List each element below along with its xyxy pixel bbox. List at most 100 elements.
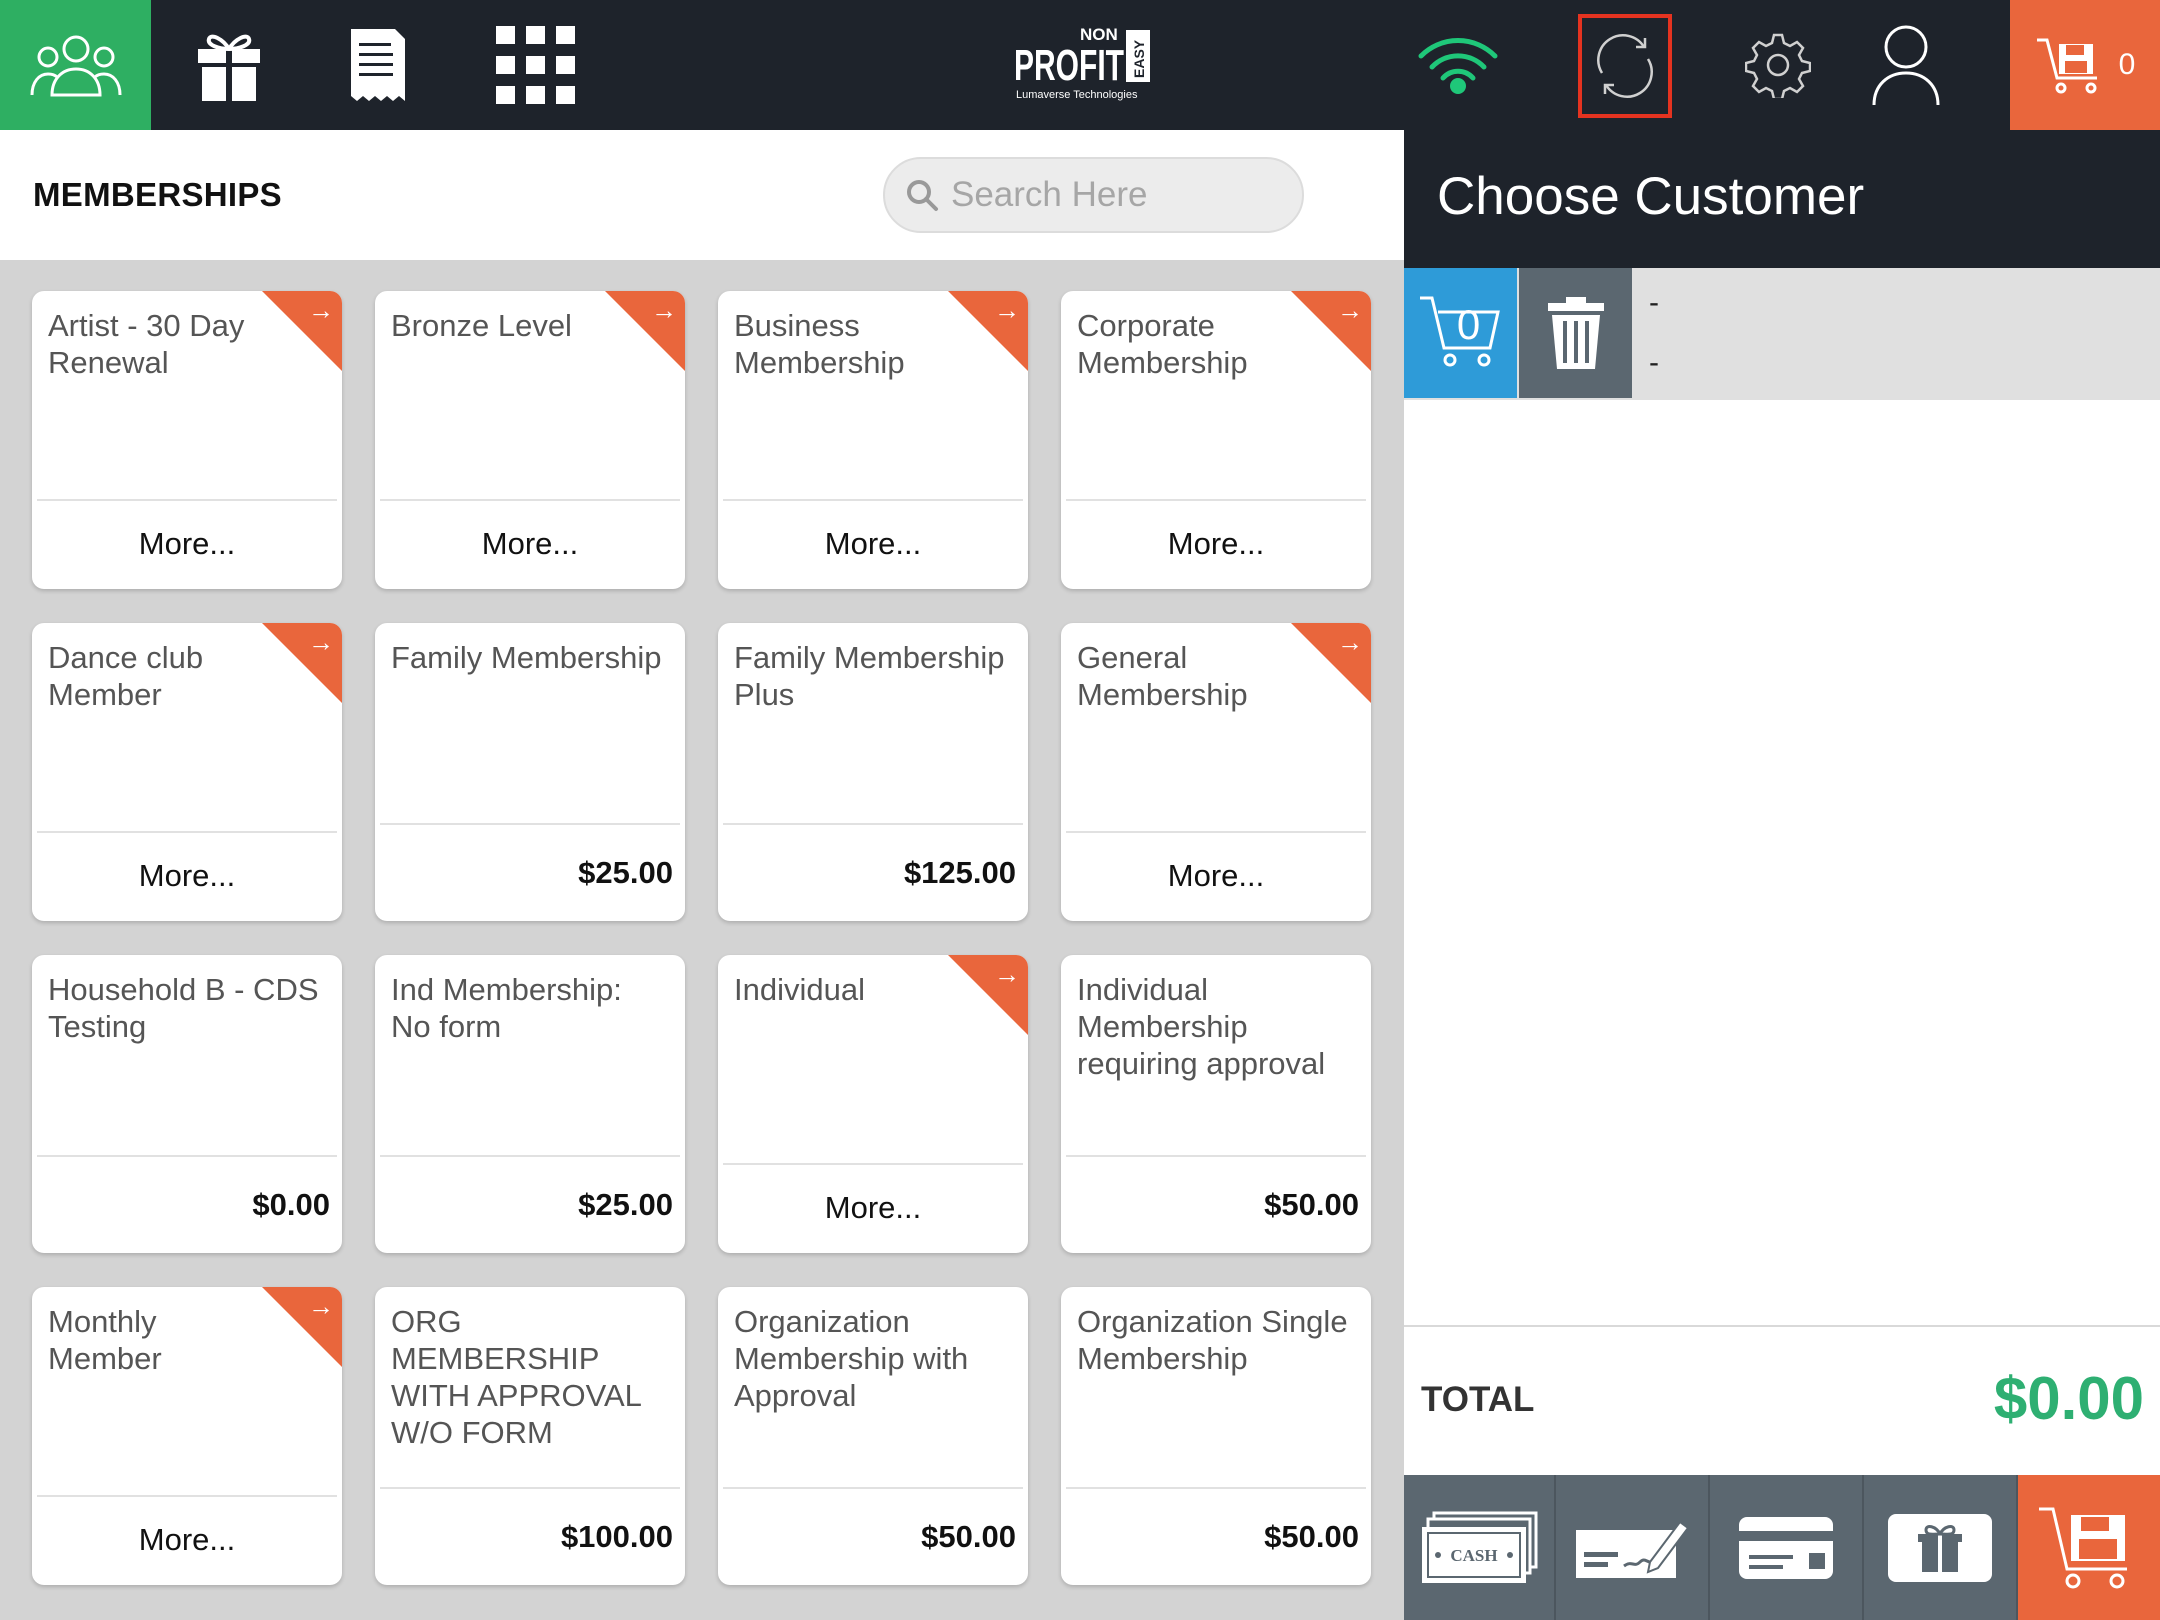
memberships-grid: Artist - 30 Day Renewal → More... Bronze Le… [0, 260, 1404, 1620]
sync-button[interactable] [1578, 14, 1672, 118]
membership-name: Artist - 30 Day Renewal [48, 308, 245, 380]
total-value: $0.00 [1993, 1365, 2144, 1432]
arrow-right-icon: → [1337, 295, 1363, 325]
arrow-right-icon: → [994, 295, 1020, 325]
membership-card[interactable]: ORG MEMBERSHIP WITH APPROVAL W/O FORM $10… [375, 1287, 685, 1585]
more-options-ribbon: → [1291, 623, 1371, 703]
gift-icon [198, 34, 260, 101]
search-icon [907, 180, 938, 211]
check-payment-button[interactable] [1556, 1475, 1710, 1620]
membership-card[interactable]: General Membership → More... [1061, 623, 1371, 921]
membership-name: Organization Single Membership [1077, 1304, 1348, 1376]
arrow-right-icon: → [994, 959, 1020, 989]
gift-card-payment-button[interactable] [1864, 1475, 2018, 1620]
more-options-link[interactable]: More... [32, 499, 342, 589]
membership-price: $0.00 [252, 1187, 330, 1222]
more-options-ribbon: → [948, 955, 1028, 1035]
membership-card[interactable]: Individual → More... [718, 955, 1028, 1253]
user-account-button[interactable] [1850, 0, 1962, 130]
cash-icon: CASH [1422, 1511, 1538, 1583]
membership-card[interactable]: Business Membership → More... [718, 291, 1028, 589]
receipt-icon [351, 29, 405, 101]
more-options-link[interactable]: More... [718, 1163, 1028, 1253]
more-options-ribbon: → [262, 623, 342, 703]
membership-card[interactable]: Household B - CDS Testing $0.00 [32, 955, 342, 1253]
arrow-right-icon: → [1337, 627, 1363, 657]
membership-name: Family Membership [391, 640, 662, 675]
more-options-link[interactable]: More... [375, 499, 685, 589]
choose-customer-button[interactable]: Choose Customer [1437, 166, 1864, 227]
membership-name: Business Membership [734, 308, 905, 380]
cash-payment-button[interactable]: CASH [1404, 1475, 1556, 1620]
logo-profit: PROFIT [1014, 41, 1124, 90]
gift-card-icon [1888, 1513, 1992, 1582]
membership-name: Individual Membership requiring approval [1077, 972, 1326, 1081]
membership-price: $25.00 [578, 855, 673, 890]
cash-label: CASH [1450, 1546, 1497, 1565]
customer-panel-header: Choose Customer [1404, 130, 2160, 268]
more-options-link[interactable]: More... [718, 499, 1028, 589]
membership-card[interactable]: Corporate Membership → More... [1061, 291, 1371, 589]
membership-price: $100.00 [560, 1519, 673, 1554]
membership-card[interactable]: Bronze Level → More... [375, 291, 685, 589]
connection-status-button[interactable] [1400, 0, 1515, 130]
more-options-link[interactable]: More... [1061, 499, 1371, 589]
card-payment-button[interactable] [1710, 1475, 1864, 1620]
membership-card[interactable]: Organization Single Membership $50.00 [1061, 1287, 1371, 1585]
cart-count: 0 [1456, 301, 1481, 348]
membership-price: $50.00 [1264, 1519, 1359, 1554]
logo-easy: EASY [1131, 39, 1147, 78]
clear-cart-button[interactable] [1519, 268, 1632, 398]
membership-card[interactable]: Organization Membership with Approval $50… [718, 1287, 1028, 1585]
membership-card[interactable]: Dance club Member → More... [32, 623, 342, 921]
more-options-link[interactable]: More... [1061, 831, 1371, 921]
credit-card-icon [1739, 1516, 1833, 1579]
cart-count-button[interactable]: 0 [1404, 268, 1517, 398]
membership-price: $25.00 [578, 1187, 673, 1222]
membership-name: ORG MEMBERSHIP WITH APPROVAL W/O FORM [391, 1304, 641, 1450]
memberships-header: MEMBERSHIPS [0, 130, 1404, 260]
membership-name: Monthly Member [48, 1304, 162, 1376]
payment-bar: CASH [1404, 1475, 2160, 1620]
membership-card[interactable]: Artist - 30 Day Renewal → More... [32, 291, 342, 589]
apps-grid-nav-button[interactable] [447, 0, 625, 130]
membership-name: Ind Membership: No form [391, 972, 622, 1044]
customers-nav-button[interactable] [0, 0, 151, 130]
more-options-ribbon: → [948, 291, 1028, 371]
saved-carts-count: 0 [2118, 48, 2136, 81]
membership-price: $50.00 [921, 1519, 1016, 1554]
membership-name: Organization Membership with Approval [734, 1304, 969, 1413]
search-input[interactable] [951, 175, 1271, 215]
user-icon [1872, 25, 1940, 106]
more-options-ribbon: → [1291, 291, 1371, 371]
gift-nav-button[interactable] [151, 0, 307, 130]
total-label: TOTAL [1421, 1380, 1535, 1419]
membership-name: General Membership [1077, 640, 1248, 712]
membership-card[interactable]: Ind Membership: No form $25.00 [375, 955, 685, 1253]
save-cart-icon [2039, 1507, 2127, 1588]
membership-card[interactable]: Family Membership $25.00 [375, 623, 685, 921]
receipt-nav-button[interactable] [307, 0, 447, 130]
customer-panel: Choose Customer 0 - - TOTAL $0.00 CASH [1404, 130, 2160, 1620]
saved-carts-button[interactable]: 0 [2010, 0, 2160, 130]
membership-card[interactable]: Family Membership Plus $125.00 [718, 623, 1028, 921]
trash-icon [1547, 297, 1604, 369]
membership-card[interactable]: Individual Membership requiring approval… [1061, 955, 1371, 1253]
settings-button[interactable] [1725, 0, 1830, 130]
more-options-ribbon: → [262, 291, 342, 371]
save-cart-payment-button[interactable] [2018, 1475, 2160, 1620]
membership-card[interactable]: Monthly Member → More... [32, 1287, 342, 1585]
check-icon [1576, 1520, 1690, 1578]
more-options-link[interactable]: More... [32, 1495, 342, 1585]
grid-icon [496, 26, 575, 104]
more-options-ribbon: → [262, 1287, 342, 1367]
search-box[interactable] [883, 157, 1304, 233]
arrow-right-icon: → [308, 295, 334, 325]
customer-line-2: - [1649, 346, 1659, 379]
more-options-link[interactable]: More... [32, 831, 342, 921]
membership-name: Dance club Member [48, 640, 204, 712]
page-title: MEMBERSHIPS [33, 176, 282, 213]
arrow-right-icon: → [308, 1291, 334, 1321]
arrow-right-icon: → [308, 627, 334, 657]
membership-name: Household B - CDS Testing [48, 972, 319, 1044]
